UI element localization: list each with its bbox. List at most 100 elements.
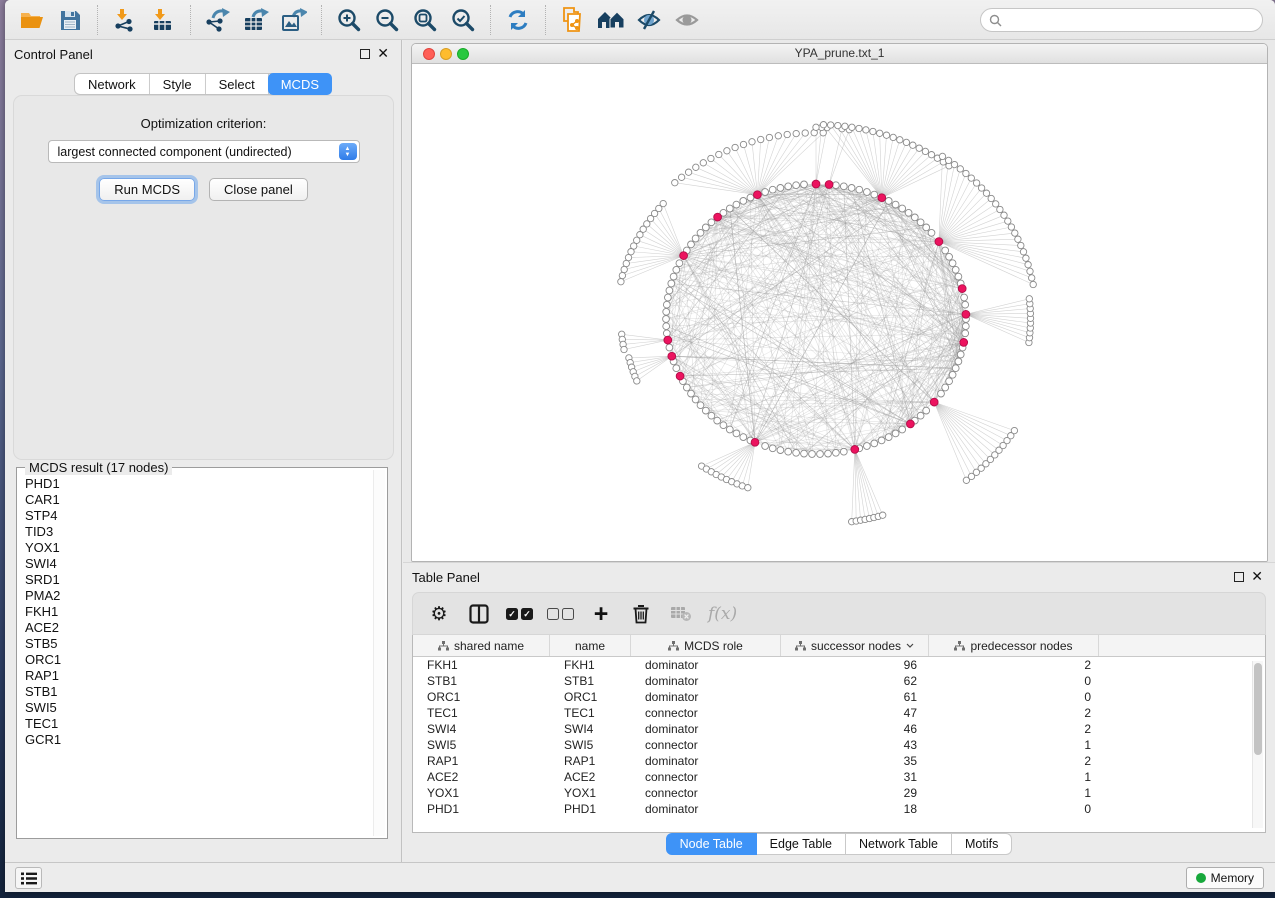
export-network-button[interactable] [199,5,237,35]
network-node[interactable] [749,139,755,145]
minimize-window-icon[interactable] [440,48,452,60]
show-panels-button[interactable] [15,867,42,889]
network-node[interactable] [758,136,764,142]
mcds-node[interactable] [812,180,820,188]
network-node[interactable] [973,180,979,186]
network-node[interactable] [784,131,790,137]
network-node[interactable] [726,205,733,212]
network-node[interactable] [820,122,826,128]
network-node[interactable] [714,417,721,424]
mcds-node[interactable] [676,372,684,380]
mcds-node[interactable] [958,285,966,293]
mcds-node-item[interactable]: YOX1 [25,540,372,556]
mcds-result-list[interactable]: PHD1CAR1STP4TID3YOX1SWI4SRD1PMA2FKH1ACE2… [17,472,372,836]
export-table-button[interactable] [237,5,275,35]
network-node[interactable] [708,155,714,161]
network-node[interactable] [740,198,747,205]
mcds-node[interactable] [754,191,762,199]
network-node[interactable] [724,148,730,154]
network-node[interactable] [988,195,994,201]
network-node[interactable] [871,191,878,198]
column-header-successor-nodes[interactable]: successor nodes [781,635,929,656]
network-node[interactable] [897,137,903,143]
network-node[interactable] [676,260,683,267]
import-network-button[interactable] [106,5,144,35]
network-node[interactable] [968,175,974,181]
network-node[interactable] [762,443,769,450]
mcds-node[interactable] [825,181,833,189]
network-node[interactable] [825,450,832,457]
network-node[interactable] [871,440,878,447]
mcds-node-item[interactable]: PMA2 [25,588,372,604]
tab-mcds[interactable]: MCDS [268,73,332,95]
network-node[interactable] [1026,296,1032,302]
network-node[interactable] [942,384,949,391]
network-node[interactable] [817,451,824,458]
network-node[interactable] [733,201,740,208]
network-node[interactable] [856,125,862,131]
network-node[interactable] [702,224,709,231]
network-node[interactable] [840,448,847,455]
network-node[interactable] [685,169,691,175]
network-node[interactable] [885,434,892,441]
network-node[interactable] [962,330,969,337]
mcds-node[interactable] [851,446,859,454]
network-node[interactable] [688,241,695,248]
network-node[interactable] [922,148,928,154]
float-panel-icon[interactable] [360,49,370,59]
network-node[interactable] [693,164,699,170]
network-node[interactable] [983,190,989,196]
scrollbar-thumb[interactable] [1254,663,1262,755]
delete-row-button[interactable] [628,600,654,628]
zoom-fit-button[interactable] [406,5,444,35]
network-node[interactable] [955,273,962,280]
network-node[interactable] [762,189,769,196]
mcds-node[interactable] [714,213,722,221]
network-graph[interactable] [412,64,1267,561]
mcds-node-item[interactable]: ORC1 [25,652,372,668]
network-node[interactable] [942,247,949,254]
table-row[interactable]: FKH1FKH1dominator962 [413,657,1265,673]
network-node[interactable] [1020,249,1026,255]
network-node[interactable] [911,214,918,221]
table-scrollbar[interactable] [1252,661,1263,828]
mcds-node-item[interactable]: RAP1 [25,668,372,684]
network-node[interactable] [993,201,999,207]
network-node[interactable] [833,449,840,456]
close-window-icon[interactable] [423,48,435,60]
mcds-node-item[interactable]: TID3 [25,524,372,540]
column-header-MCDS-role[interactable]: MCDS role [631,635,781,656]
network-node[interactable] [949,260,956,267]
table-row[interactable]: PHD1PHD1dominator180 [413,801,1265,817]
float-table-panel-icon[interactable] [1234,572,1244,582]
mcds-node-item[interactable]: FKH1 [25,604,372,620]
table-row[interactable]: TEC1TEC1connector472 [413,705,1265,721]
network-node[interactable] [899,426,906,433]
network-node[interactable] [963,170,969,176]
network-node[interactable] [793,449,800,456]
mcds-node[interactable] [930,398,938,406]
network-node[interactable] [716,151,722,157]
network-node[interactable] [957,351,964,358]
show-columns-button[interactable] [466,600,492,628]
mcds-node-item[interactable]: SWI5 [25,700,372,716]
network-node[interactable] [732,144,738,150]
network-node[interactable] [702,407,709,414]
network-node[interactable] [870,128,876,134]
show-graphics-button[interactable] [668,5,706,35]
network-node[interactable] [740,434,747,441]
network-node[interactable] [916,145,922,151]
maximize-window-icon[interactable] [457,48,469,60]
network-node[interactable] [777,447,784,454]
network-node[interactable] [842,123,848,129]
tab-network-table[interactable]: Network Table [846,833,952,855]
mcds-node[interactable] [962,310,970,318]
network-node[interactable] [663,301,670,308]
network-node[interactable] [618,279,624,285]
network-node[interactable] [951,161,957,167]
open-session-button[interactable] [13,5,51,35]
network-node[interactable] [1012,230,1018,236]
run-mcds-button[interactable]: Run MCDS [99,178,195,201]
network-node[interactable] [1008,224,1014,230]
tab-edge-table[interactable]: Edge Table [757,833,846,855]
